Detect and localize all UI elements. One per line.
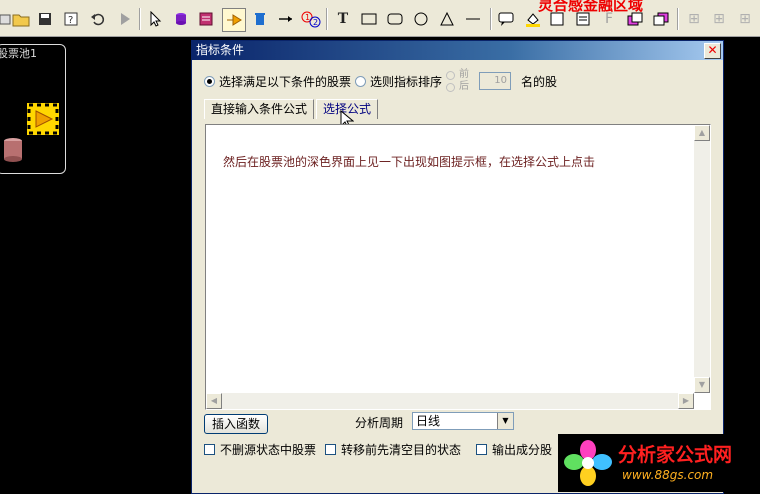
checkbox-clear-before-label: 转移前先清空目的状态 — [341, 443, 462, 457]
save-icon[interactable] — [34, 8, 56, 30]
align-right-icon[interactable]: ⊞ — [734, 8, 756, 30]
radio-select-condition[interactable] — [204, 75, 215, 87]
checkbox-output-box[interactable] — [476, 444, 487, 455]
radio-back[interactable] — [446, 82, 456, 92]
svg-text:2: 2 — [313, 18, 318, 27]
front-back-group: 前 后 — [446, 69, 469, 93]
pointer-icon[interactable] — [144, 8, 166, 30]
close-icon: ✕ — [707, 43, 718, 57]
editor-content: 然后在股票池的深色界面上见一下出现如图提示框，在选择公式上点击 — [223, 155, 596, 169]
watermark-logo: 分析家公式网 www.88gs.com — [558, 434, 760, 492]
rectangle-icon[interactable] — [358, 8, 380, 30]
list-icon[interactable] — [195, 8, 217, 30]
scroll-left-icon[interactable]: ◀ — [206, 393, 222, 409]
checkbox-output-label: 输出成分股 — [492, 443, 553, 457]
svg-text:?: ? — [68, 15, 73, 26]
indicator-condition-dialog: 指标条件 ✕ 选择满足以下条件的股票 选则指标排序 前 后 10 名的股 直接输… — [191, 40, 724, 494]
arrow-right-icon[interactable] — [275, 8, 297, 30]
radio-select-rank-label[interactable]: 选则指标排序 — [370, 73, 442, 90]
scroll-down-icon[interactable]: ▼ — [694, 377, 710, 393]
close-button[interactable]: ✕ — [704, 43, 721, 59]
properties-icon[interactable]: ? — [60, 8, 82, 30]
stock-pool-node[interactable]: 股票池1 — [0, 44, 66, 174]
database-icon[interactable] — [170, 8, 192, 30]
checkbox-output[interactable]: 输出成分股 — [476, 441, 552, 458]
brand-url: www.88gs.com — [622, 468, 714, 482]
brand-name: 分析家公式网 — [618, 444, 733, 466]
open-folder-icon[interactable] — [10, 8, 32, 30]
flower-logo-icon — [564, 440, 612, 486]
svg-text:1: 1 — [305, 13, 310, 22]
count-field[interactable]: 10 — [479, 72, 512, 90]
database-node-icon[interactable] — [3, 137, 23, 166]
horizontal-scrollbar[interactable]: ◀ ▶ — [206, 393, 694, 409]
formula-editor[interactable]: 然后在股票池的深色界面上见一下出现如图提示框，在选择公式上点击 ▲ ▼ ◀ ▶ — [205, 124, 711, 410]
filter-icon[interactable] — [222, 8, 246, 32]
play-icon[interactable] — [114, 8, 136, 30]
text-tool-label: T — [337, 11, 349, 27]
rounded-rect-icon[interactable] — [384, 8, 406, 30]
radio-front[interactable] — [446, 70, 456, 80]
radio-front-label: 前 — [459, 69, 470, 80]
checkbox-no-delete[interactable]: 不删源状态中股票 — [204, 441, 316, 458]
undo-icon[interactable] — [87, 8, 109, 30]
analysis-period-value: 日线 — [416, 414, 441, 428]
dialog-title: 指标条件 — [196, 43, 245, 57]
radio-select-condition-label[interactable]: 选择满足以下条件的股票 — [219, 73, 351, 90]
scroll-up-icon[interactable]: ▲ — [694, 125, 710, 141]
checkbox-no-delete-label: 不删源状态中股票 — [220, 443, 317, 457]
main-toolbar: ? 12 T F ⊞ ⊞ ⊞ 灵合感金融区域 — [0, 0, 760, 37]
analysis-period-select[interactable]: 日线 ▼ — [412, 412, 514, 430]
checkbox-no-delete-box[interactable] — [204, 444, 215, 455]
toolbar-banner: 灵合感金融区域 — [538, 0, 644, 14]
tab-direct-input[interactable]: 直接输入条件公式 — [204, 99, 315, 119]
triangle-icon[interactable] — [436, 8, 458, 30]
filter-node-icon[interactable] — [27, 103, 59, 138]
sequence-icon[interactable]: 12 — [300, 8, 322, 30]
radio-select-rank[interactable] — [355, 75, 367, 87]
checkbox-clear-before-box[interactable] — [325, 444, 336, 455]
chevron-down-icon[interactable]: ▼ — [497, 413, 513, 429]
vertical-scrollbar[interactable]: ▲ ▼ — [694, 125, 710, 393]
align-center-icon[interactable]: ⊞ — [708, 8, 730, 30]
insert-function-button[interactable]: 插入函数 — [204, 414, 268, 434]
circle-icon[interactable] — [410, 8, 432, 30]
line-icon[interactable] — [462, 8, 484, 30]
checkbox-clear-before[interactable]: 转移前先清空目的状态 — [325, 441, 461, 458]
dialog-titlebar[interactable]: 指标条件 ✕ — [192, 41, 723, 60]
node-title: 股票池1 — [0, 47, 37, 60]
selection-mode-row: 选择满足以下条件的股票 选则指标排序 前 后 10 名的股 — [204, 69, 558, 93]
scroll-right-icon[interactable]: ▶ — [678, 393, 694, 409]
comment-icon[interactable] — [496, 8, 518, 30]
align-left-icon[interactable]: ⊞ — [683, 8, 705, 30]
analysis-period-label: 分析周期 — [355, 416, 404, 430]
radio-back-label: 后 — [459, 81, 470, 92]
text-tool-icon[interactable]: T — [332, 8, 354, 30]
count-suffix: 名的股 — [521, 74, 558, 89]
send-back-icon[interactable] — [650, 8, 672, 30]
delete-icon[interactable] — [249, 8, 271, 30]
